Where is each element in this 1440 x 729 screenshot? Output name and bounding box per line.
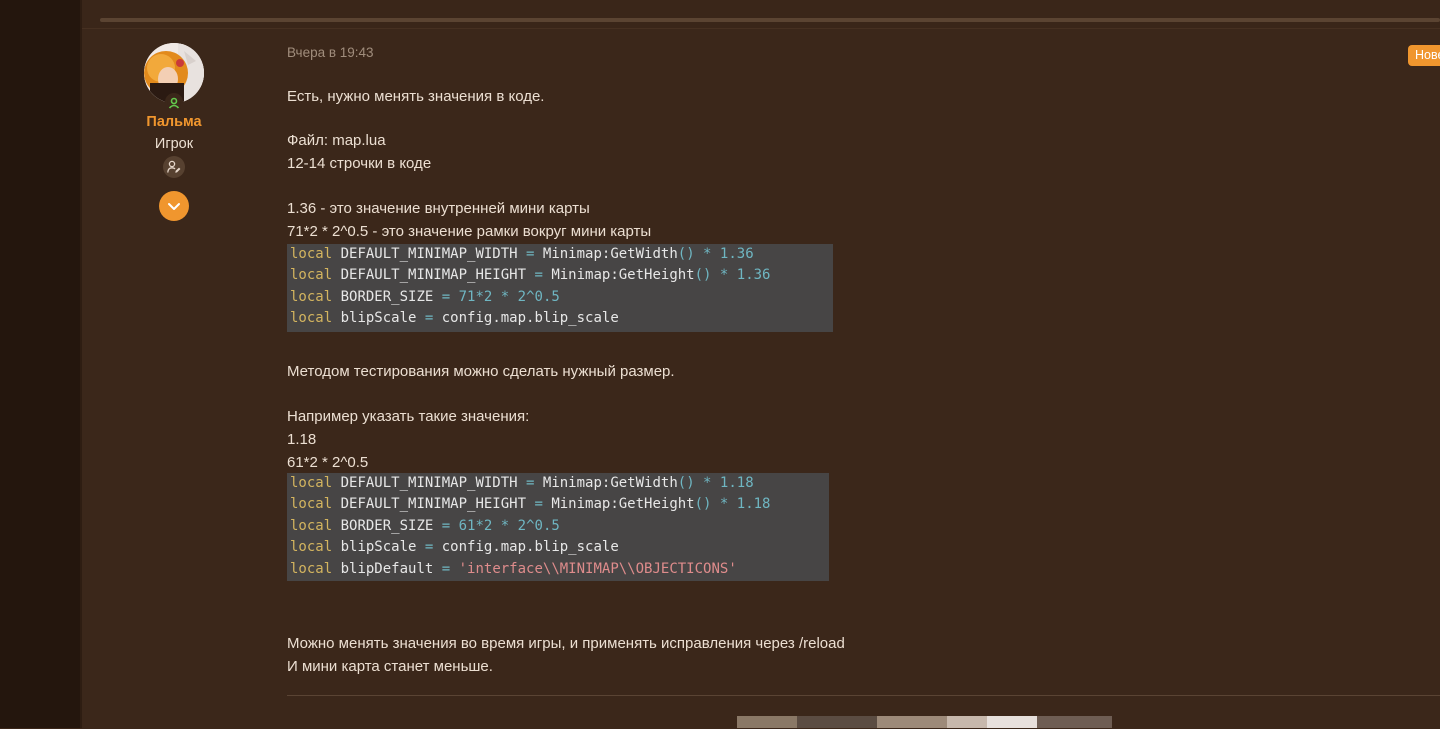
author-title: Игрок [154, 136, 194, 152]
code-block-2: local DEFAULT_MINIMAP_WIDTH = Minimap:Ge… [287, 473, 829, 581]
code-line: local blipDefault = 'interface\\MINIMAP\… [290, 560, 737, 577]
post-text: 12-14 строчки в коде [287, 155, 432, 172]
post-divider [287, 695, 1440, 696]
code-block-1: local DEFAULT_MINIMAP_WIDTH = Minimap:Ge… [287, 244, 833, 332]
code-line: local BORDER_SIZE = 71*2 * 2^0.5 [290, 288, 560, 305]
post-text: Методом тестирования можно сделать нужны… [287, 363, 675, 380]
code-line: local DEFAULT_MINIMAP_WIDTH = Minimap:Ge… [290, 475, 754, 491]
author-name[interactable]: Пальма [120, 114, 228, 130]
post-text: 1.36 - это значение внутренней мини карт… [287, 200, 590, 217]
post-text: Например указать такие значения: [287, 408, 530, 425]
post-text: И мини карта станет меньше. [287, 658, 493, 675]
post-text: Файл: map.lua [287, 132, 386, 149]
previous-post-bottom [100, 18, 1440, 22]
user-edit-icon [163, 156, 185, 178]
code-line: local BORDER_SIZE = 61*2 * 2^0.5 [290, 517, 560, 534]
post-text: Есть, нужно менять значения в коде. [287, 88, 545, 105]
code-line: local DEFAULT_MINIMAP_HEIGHT = Minimap:G… [290, 496, 771, 513]
left-gutter [0, 0, 82, 728]
new-badge: Нове [1408, 45, 1440, 66]
post-panel [82, 28, 1440, 729]
expand-user-info-button[interactable] [159, 191, 189, 221]
post-text: 61*2 * 2^0.5 [287, 454, 369, 471]
code-line: local blipScale = config.map.blip_scale [290, 539, 619, 556]
code-line: local DEFAULT_MINIMAP_HEIGHT = Minimap:G… [290, 267, 771, 284]
post-text: 1.18 [287, 431, 317, 448]
attached-image[interactable] [737, 716, 1112, 728]
code-line: local DEFAULT_MINIMAP_WIDTH = Minimap:Ge… [290, 246, 754, 262]
online-status-icon [165, 93, 183, 111]
code-line: local blipScale = config.map.blip_scale [290, 310, 619, 327]
chevron-down-icon [168, 203, 180, 210]
post-timestamp[interactable]: Вчера в 19:43 [287, 45, 374, 60]
post-text: Можно менять значения во время игры, и п… [287, 635, 845, 652]
post-text: 71*2 * 2^0.5 - это значение рамки вокруг… [287, 223, 652, 240]
